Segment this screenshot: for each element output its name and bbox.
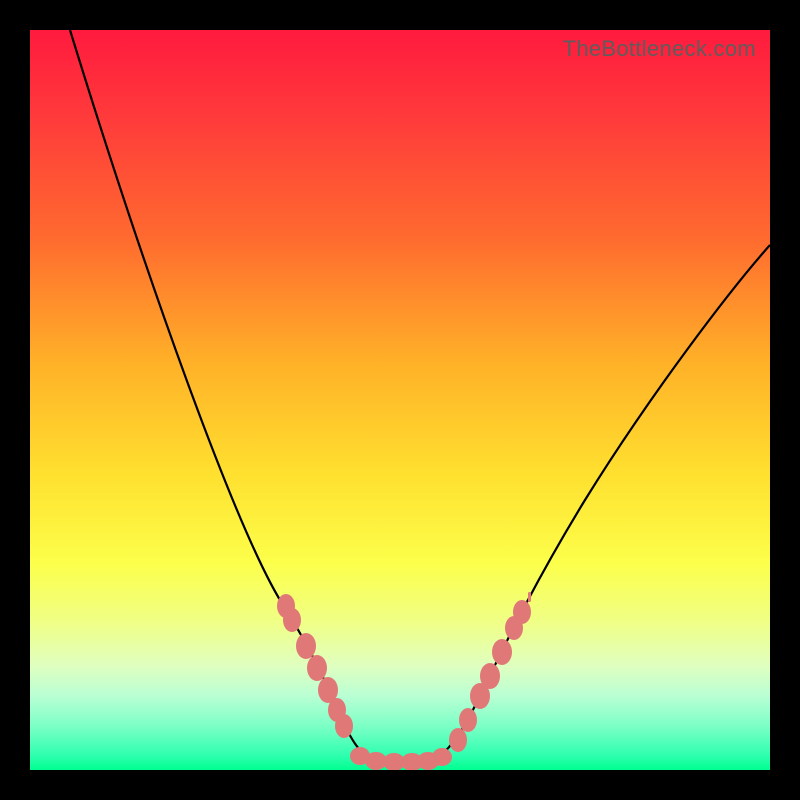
chart-frame: TheBottleneck.com xyxy=(0,0,800,800)
marker-cluster-bottom xyxy=(350,747,452,770)
bottleneck-chart xyxy=(30,30,770,770)
plot-area: TheBottleneck.com xyxy=(30,30,770,770)
bottleneck-curve-path xyxy=(70,30,770,762)
marker-cluster-right xyxy=(449,592,531,752)
marker-cluster-left xyxy=(277,594,353,738)
